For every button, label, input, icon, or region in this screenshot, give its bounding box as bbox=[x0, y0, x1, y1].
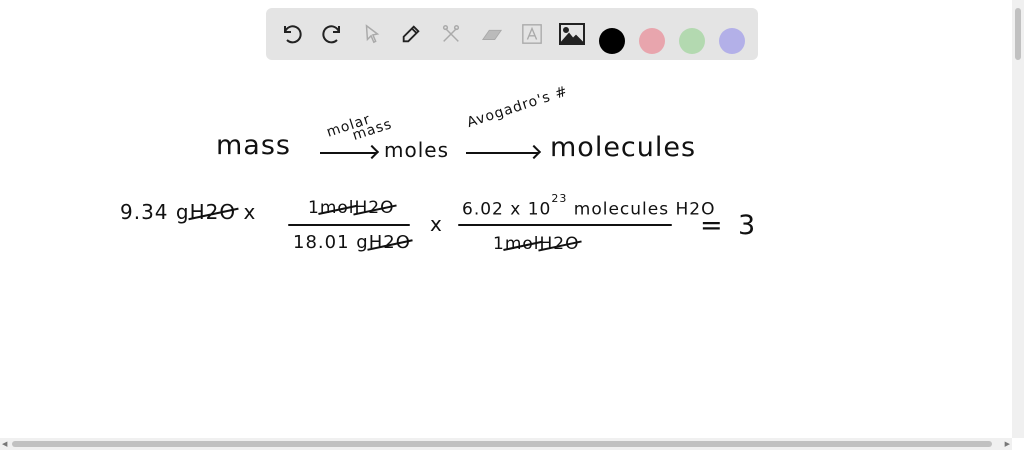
arrow2-label: Avogadro's # bbox=[465, 83, 571, 131]
f1-num-sub: H2O bbox=[354, 198, 395, 218]
drawing-toolbar bbox=[266, 8, 758, 60]
f2-den-unit: mol bbox=[504, 234, 540, 254]
times-sign: x bbox=[243, 200, 257, 224]
undo-icon[interactable] bbox=[279, 21, 305, 47]
text-icon[interactable] bbox=[519, 21, 545, 47]
color-black-swatch[interactable] bbox=[599, 28, 625, 54]
fraction1-bar bbox=[288, 224, 410, 226]
word-molecules: molecules bbox=[550, 132, 697, 163]
image-icon[interactable] bbox=[559, 21, 585, 47]
f2-den-sub: H2O bbox=[539, 234, 580, 254]
redo-icon[interactable] bbox=[319, 21, 345, 47]
horizontal-scrollbar[interactable]: ◀ ▶ bbox=[0, 438, 1012, 450]
equals-sign: = bbox=[700, 210, 724, 241]
arrow-icon bbox=[320, 152, 376, 154]
scroll-right-icon[interactable]: ▶ bbox=[1005, 440, 1010, 448]
fraction1-denominator: 18.01 gH2O bbox=[293, 232, 411, 253]
f2-num-value: 6.02 x 10 bbox=[462, 199, 552, 220]
f2-num-exponent: 23 bbox=[551, 192, 568, 205]
color-purple-swatch[interactable] bbox=[719, 28, 745, 54]
horizontal-scroll-thumb[interactable] bbox=[12, 441, 992, 447]
f2-num-unit: molecules H2O bbox=[573, 199, 716, 220]
f1-den-sub: H2O bbox=[368, 232, 411, 253]
tools-icon[interactable] bbox=[438, 21, 464, 47]
color-red-swatch[interactable] bbox=[639, 28, 665, 54]
pen-icon[interactable] bbox=[398, 21, 424, 47]
fraction1-numerator: 1molH2O bbox=[308, 198, 395, 218]
given-unit: g bbox=[175, 200, 190, 224]
vertical-scroll-thumb[interactable] bbox=[1015, 8, 1021, 60]
given-sub: H2O bbox=[189, 200, 237, 224]
given-value: 9.34 bbox=[120, 200, 169, 224]
word-mass: mass bbox=[216, 130, 291, 161]
f1-num-unit: mol bbox=[319, 198, 355, 218]
fraction2-numerator: 6.02 x 1023 molecules H2O bbox=[462, 192, 716, 220]
f1-den-value: 18.01 bbox=[293, 232, 350, 253]
eraser-icon[interactable] bbox=[479, 21, 505, 47]
result-value: 3 bbox=[738, 210, 757, 241]
given-quantity: 9.34 gH2O x bbox=[120, 200, 256, 224]
fraction2-bar bbox=[458, 224, 672, 226]
color-green-swatch[interactable] bbox=[679, 28, 705, 54]
arrow-icon bbox=[466, 152, 538, 154]
fraction2-denominator: 1molH2O bbox=[493, 234, 580, 254]
scroll-left-icon[interactable]: ◀ bbox=[2, 440, 7, 448]
times-sign-2: x bbox=[430, 212, 443, 236]
select-icon[interactable] bbox=[359, 21, 385, 47]
word-moles: moles bbox=[384, 138, 449, 162]
vertical-scrollbar[interactable] bbox=[1012, 0, 1024, 438]
